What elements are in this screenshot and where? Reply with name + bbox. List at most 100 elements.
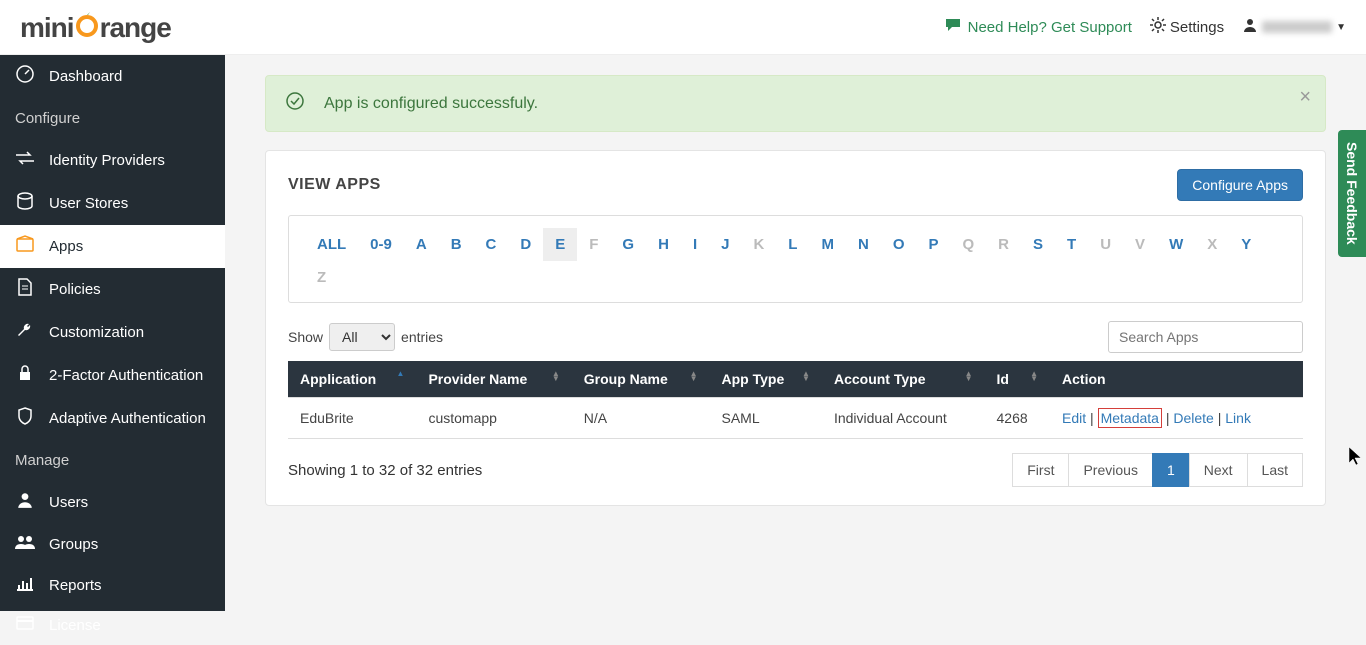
sidebar-item-label: Identity Providers: [49, 152, 165, 169]
page-1[interactable]: 1: [1152, 453, 1190, 487]
wrench-icon: [15, 321, 35, 344]
chat-icon: [944, 17, 962, 37]
alpha-filter-k: K: [741, 228, 776, 261]
alpha-filter-e[interactable]: E: [543, 228, 577, 261]
sidebar-header-configure: Configure: [0, 98, 225, 139]
apps-table: Application▲ Provider Name▲▼ Group Name▲…: [288, 361, 1303, 439]
col-account[interactable]: Account Type▲▼: [822, 361, 985, 398]
sidebar-item-apps[interactable]: Apps: [0, 225, 225, 268]
page-prev[interactable]: Previous: [1068, 453, 1152, 487]
sidebar-item-label: Adaptive Authentication: [49, 410, 206, 427]
brand-logo: minirange: [20, 11, 171, 44]
entries-select[interactable]: All: [329, 323, 395, 351]
gear-icon: [1150, 17, 1166, 37]
alpha-filter-all[interactable]: ALL: [305, 228, 358, 261]
dashboard-icon: [15, 65, 35, 88]
sidebar-item-adaptive-auth[interactable]: Adaptive Authentication: [0, 397, 225, 440]
alpha-filter-j[interactable]: J: [709, 228, 741, 261]
link-link[interactable]: Link: [1225, 410, 1251, 426]
card-icon: [15, 616, 35, 635]
sort-icon: ▲: [397, 371, 405, 376]
user-menu[interactable]: ▼: [1242, 17, 1346, 37]
alpha-filter-p[interactable]: P: [916, 228, 950, 261]
panel-title: VIEW APPS: [288, 176, 381, 194]
alpha-filter-v: V: [1123, 228, 1157, 261]
table-row: EduBrite customapp N/A SAML Individual A…: [288, 398, 1303, 439]
sidebar-item-users[interactable]: Users: [0, 481, 225, 524]
page-next[interactable]: Next: [1189, 453, 1248, 487]
sidebar-item-label: Customization: [49, 324, 144, 341]
alpha-filter-c[interactable]: C: [474, 228, 509, 261]
success-alert: App is configured successfuly. ×: [265, 75, 1326, 132]
col-provider[interactable]: Provider Name▲▼: [416, 361, 571, 398]
edit-link[interactable]: Edit: [1062, 410, 1086, 426]
sidebar-item-label: Groups: [49, 536, 98, 553]
alpha-filter-z: Z: [305, 261, 338, 294]
shield-icon: [15, 407, 35, 430]
sidebar-item-label: Policies: [49, 281, 101, 298]
apps-icon: [15, 235, 35, 258]
alpha-filter-l[interactable]: L: [776, 228, 809, 261]
col-action: Action: [1050, 361, 1303, 398]
alpha-filter-b[interactable]: B: [439, 228, 474, 261]
alpha-filter-h[interactable]: H: [646, 228, 681, 261]
user-icon: [15, 491, 35, 514]
cell-provider: customapp: [416, 398, 571, 439]
alpha-filter-a[interactable]: A: [404, 228, 439, 261]
pagination: First Previous 1 Next Last: [1012, 453, 1303, 487]
support-label: Need Help? Get Support: [968, 19, 1132, 36]
alpha-filter-g[interactable]: G: [610, 228, 646, 261]
sidebar-header-label: Configure: [15, 110, 80, 127]
col-group[interactable]: Group Name▲▼: [572, 361, 710, 398]
sidebar-item-2fa[interactable]: 2-Factor Authentication: [0, 354, 225, 397]
close-icon[interactable]: ×: [1299, 86, 1311, 109]
sidebar-item-license[interactable]: License: [0, 606, 225, 645]
get-support-link[interactable]: Need Help? Get Support: [944, 17, 1132, 37]
sidebar-item-groups[interactable]: Groups: [0, 524, 225, 565]
alpha-filter-0-9[interactable]: 0-9: [358, 228, 404, 261]
delete-link[interactable]: Delete: [1173, 410, 1213, 426]
user-name: [1262, 21, 1332, 33]
cell-account: Individual Account: [822, 398, 985, 439]
page-last[interactable]: Last: [1247, 453, 1303, 487]
cell-actions: Edit | Metadata | Delete | Link: [1050, 398, 1303, 439]
alpha-filter-d[interactable]: D: [508, 228, 543, 261]
alpha-filter-w[interactable]: W: [1157, 228, 1195, 261]
configure-apps-button[interactable]: Configure Apps: [1177, 169, 1303, 201]
sidebar-item-user-stores[interactable]: User Stores: [0, 182, 225, 225]
settings-link[interactable]: Settings: [1150, 17, 1224, 37]
metadata-link[interactable]: Metadata: [1098, 408, 1162, 428]
sidebar-item-policies[interactable]: Policies: [0, 268, 225, 311]
page-first[interactable]: First: [1012, 453, 1069, 487]
sort-icon: ▲▼: [690, 371, 698, 381]
group-icon: [15, 534, 35, 555]
exchange-icon: [15, 149, 35, 172]
sidebar-item-customization[interactable]: Customization: [0, 311, 225, 354]
sidebar-header-manage: Manage: [0, 440, 225, 481]
cell-type: SAML: [710, 398, 822, 439]
alpha-filter-o[interactable]: O: [881, 228, 917, 261]
sidebar-item-label: Dashboard: [49, 68, 122, 85]
cell-group: N/A: [572, 398, 710, 439]
col-application[interactable]: Application▲: [288, 361, 416, 398]
sidebar-item-label: Apps: [49, 238, 83, 255]
search-input[interactable]: [1108, 321, 1303, 353]
alpha-filter-r: R: [986, 228, 1021, 261]
send-feedback-tab[interactable]: Send Feedback: [1338, 130, 1366, 257]
sort-icon: ▲▼: [802, 371, 810, 381]
alpha-filter-s[interactable]: S: [1021, 228, 1055, 261]
alpha-filter-t[interactable]: T: [1055, 228, 1088, 261]
chart-icon: [15, 575, 35, 596]
sidebar-item-identity-providers[interactable]: Identity Providers: [0, 139, 225, 182]
col-id[interactable]: Id▲▼: [985, 361, 1051, 398]
alpha-filter-i[interactable]: I: [681, 228, 709, 261]
sidebar-item-label: Reports: [49, 577, 102, 594]
alpha-filter-n[interactable]: N: [846, 228, 881, 261]
col-type[interactable]: App Type▲▼: [710, 361, 822, 398]
sidebar-item-dashboard[interactable]: Dashboard: [0, 55, 225, 98]
alpha-filter-m[interactable]: M: [809, 228, 846, 261]
sidebar-item-reports[interactable]: Reports: [0, 565, 225, 606]
cell-application: EduBrite: [288, 398, 416, 439]
alpha-filter-y[interactable]: Y: [1229, 228, 1263, 261]
database-icon: [15, 192, 35, 215]
